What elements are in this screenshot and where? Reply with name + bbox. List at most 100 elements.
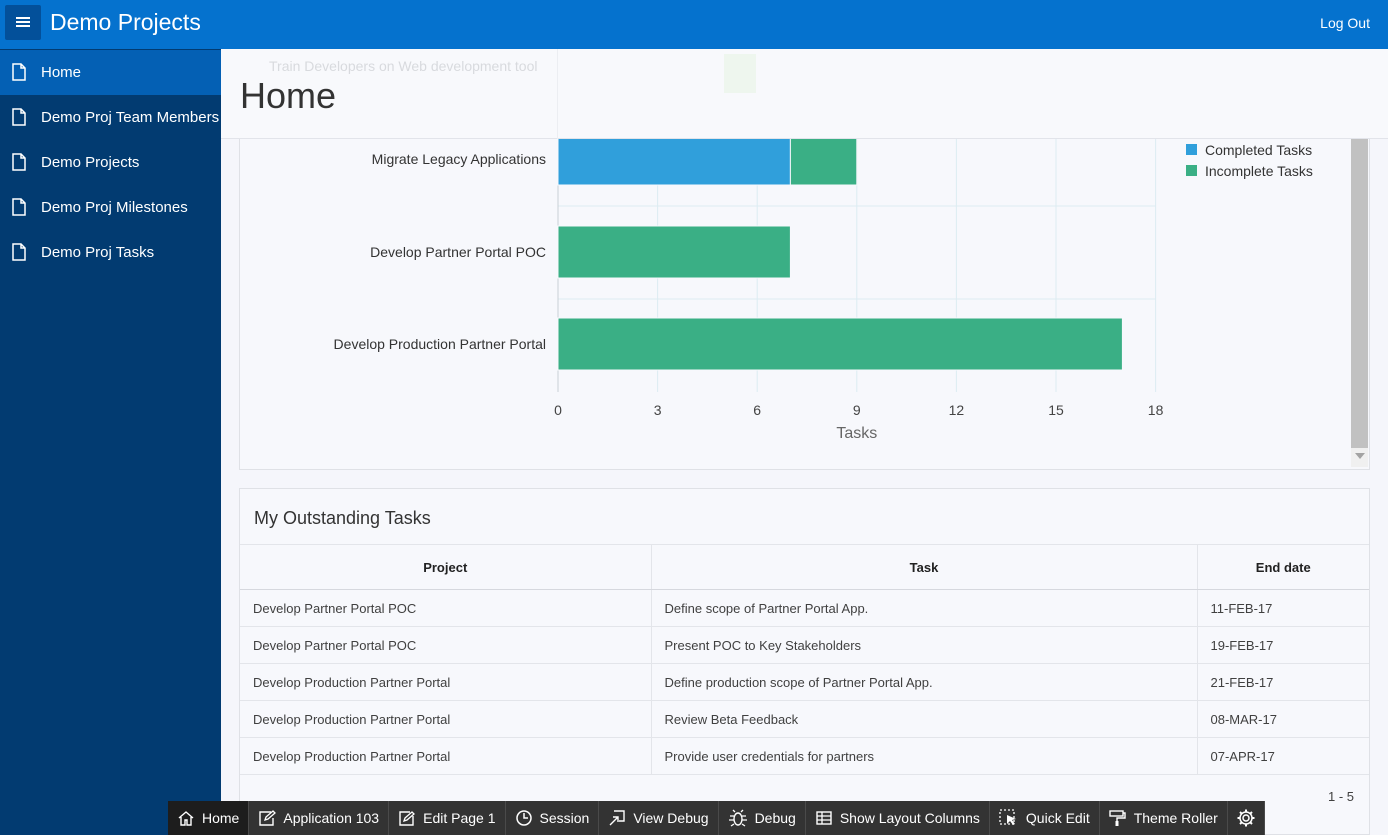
cell-end-date: 11-FEB-17 [1197, 589, 1369, 627]
table-row: Develop Production Partner Portal Review… [240, 700, 1369, 738]
pagination-label: 1 - 5 [1327, 789, 1354, 804]
devbar-settings-button[interactable] [1227, 801, 1265, 835]
devbar-label: Show Layout Columns [839, 810, 980, 826]
sidebar-item-home[interactable]: Home [0, 50, 221, 95]
scrollbar-thumb[interactable] [1351, 139, 1368, 448]
x-tick-label: 0 [554, 402, 562, 418]
cell-project: Develop Partner Portal POC [240, 589, 652, 627]
chart-region: Migrate Legacy Applications Develop Partn… [239, 139, 1370, 470]
legend-swatch [1186, 165, 1197, 176]
devbar-edit-page-button[interactable]: Edit Page 1 [389, 801, 506, 835]
column-header-end-date[interactable]: End date [1197, 544, 1369, 590]
table-row: Develop Partner Portal POC Present POC t… [240, 626, 1369, 664]
ghost-axis-line [557, 49, 558, 139]
page-icon [12, 243, 26, 261]
menu-toggle-button[interactable] [5, 5, 41, 40]
sidebar-item-label: Demo Proj Milestones [41, 199, 188, 216]
cell-end-date: 07-APR-17 [1197, 737, 1369, 775]
column-header-task[interactable]: Task [651, 544, 1198, 590]
ghost-bar [724, 54, 756, 93]
cell-task: Present POC to Key Stakeholders [651, 626, 1198, 664]
logout-link[interactable]: Log Out [1320, 15, 1370, 31]
region-title: My Outstanding Tasks [254, 508, 431, 528]
paint-roller-icon [1109, 810, 1126, 826]
page-icon [12, 108, 26, 126]
devbar-label: Session [539, 810, 590, 826]
table-row: Develop Partner Portal POC Define scope … [240, 589, 1369, 627]
legend-swatch [1186, 144, 1197, 155]
devbar-show-layout-columns-button[interactable]: Show Layout Columns [805, 801, 990, 835]
scroll-down-arrow[interactable] [1355, 453, 1365, 459]
devbar-quick-edit-button[interactable]: Quick Edit [989, 801, 1100, 835]
x-tick-label: 18 [1148, 402, 1164, 418]
x-tick-label: 12 [949, 402, 965, 418]
cell-end-date: 21-FEB-17 [1197, 663, 1369, 701]
cell-task: Provide user credentials for partners [651, 737, 1198, 775]
x-tick-label: 6 [753, 402, 761, 418]
view-debug-icon [609, 810, 626, 826]
table-row: Develop Production Partner Portal Define… [240, 663, 1369, 701]
sidebar-item-label: Demo Proj Team Members [41, 109, 219, 126]
bar [557, 139, 791, 186]
cell-task: Review Beta Feedback [651, 700, 1198, 738]
bar [789, 139, 858, 186]
page-icon [12, 198, 26, 216]
cell-project: Develop Production Partner Portal [240, 700, 652, 738]
task-status-chart: Migrate Legacy Applications Develop Partn… [334, 139, 1313, 442]
devbar-label: Debug [754, 810, 796, 826]
quick-edit-icon [999, 809, 1016, 825]
edit-icon [259, 810, 277, 826]
cell-project: Develop Production Partner Portal [240, 663, 652, 701]
cell-end-date: 19-FEB-17 [1197, 626, 1369, 664]
sidebar-item-milestones[interactable]: Demo Proj Milestones [0, 185, 221, 230]
cell-end-date: 08-MAR-17 [1197, 700, 1369, 738]
hamburger-line [16, 21, 30, 23]
legend-label: Incomplete Tasks [1205, 163, 1313, 179]
cell-task: Define scope of Partner Portal App. [651, 589, 1198, 627]
category-label: Develop Partner Portal POC [370, 244, 546, 260]
devbar-view-debug-button[interactable]: View Debug [599, 801, 719, 835]
top-header: Demo Projects Log Out [0, 0, 1388, 49]
outstanding-tasks-table: Project Task End date Develop Partner Po… [240, 544, 1369, 775]
page-title: Home [240, 75, 337, 116]
column-header-project[interactable]: Project [240, 544, 652, 590]
sidebar-item-label: Demo Projects [41, 154, 140, 171]
grid-icon [816, 811, 832, 825]
gear-icon [1237, 809, 1255, 827]
chart-scrollbar[interactable] [1351, 139, 1368, 467]
devbar-label: Home [202, 810, 240, 826]
bar [557, 317, 1123, 371]
devbar-debug-button[interactable]: Debug [718, 801, 806, 835]
clock-icon [515, 810, 532, 826]
hamburger-line [16, 25, 30, 27]
sidebar-item-team-members[interactable]: Demo Proj Team Members [0, 95, 221, 140]
page-title-bar: Train Developers on Web development tool… [221, 49, 1388, 139]
sidebar-item-projects[interactable]: Demo Projects [0, 140, 221, 185]
x-tick-label: 15 [1048, 402, 1064, 418]
app-title[interactable]: Demo Projects [50, 9, 201, 36]
sidebar-item-tasks[interactable]: Demo Proj Tasks [0, 230, 221, 275]
bar [557, 225, 791, 279]
category-label: Migrate Legacy Applications [372, 151, 546, 167]
category-label: Develop Production Partner Portal [334, 336, 546, 352]
devbar-label: Theme Roller [1133, 810, 1218, 826]
x-tick-label: 9 [853, 402, 861, 418]
devbar-session-button[interactable]: Session [505, 801, 600, 835]
table-row: Develop Production Partner Portal Provid… [240, 737, 1369, 775]
outstanding-tasks-region: My Outstanding Tasks Project Task End da… [239, 488, 1370, 835]
sidebar-item-label: Home [41, 64, 82, 81]
bug-icon [728, 809, 747, 827]
cell-task: Define production scope of Partner Porta… [651, 663, 1198, 701]
home-icon [178, 811, 194, 826]
legend-label: Completed Tasks [1205, 142, 1312, 158]
sidebar-nav: Home Demo Proj Team Members Demo Project… [0, 49, 221, 835]
x-tick-label: 3 [654, 402, 662, 418]
devbar-label: Application 103 [283, 810, 380, 826]
devbar-theme-roller-button[interactable]: Theme Roller [1099, 801, 1228, 835]
table-header-row: Project Task End date [240, 544, 1369, 590]
x-axis-title: Tasks [836, 425, 877, 442]
devbar-label: Quick Edit [1025, 810, 1090, 826]
devbar-home-button[interactable]: Home [168, 801, 250, 835]
devbar-application-button[interactable]: Application 103 [249, 801, 390, 835]
devbar-label: View Debug [633, 810, 709, 826]
